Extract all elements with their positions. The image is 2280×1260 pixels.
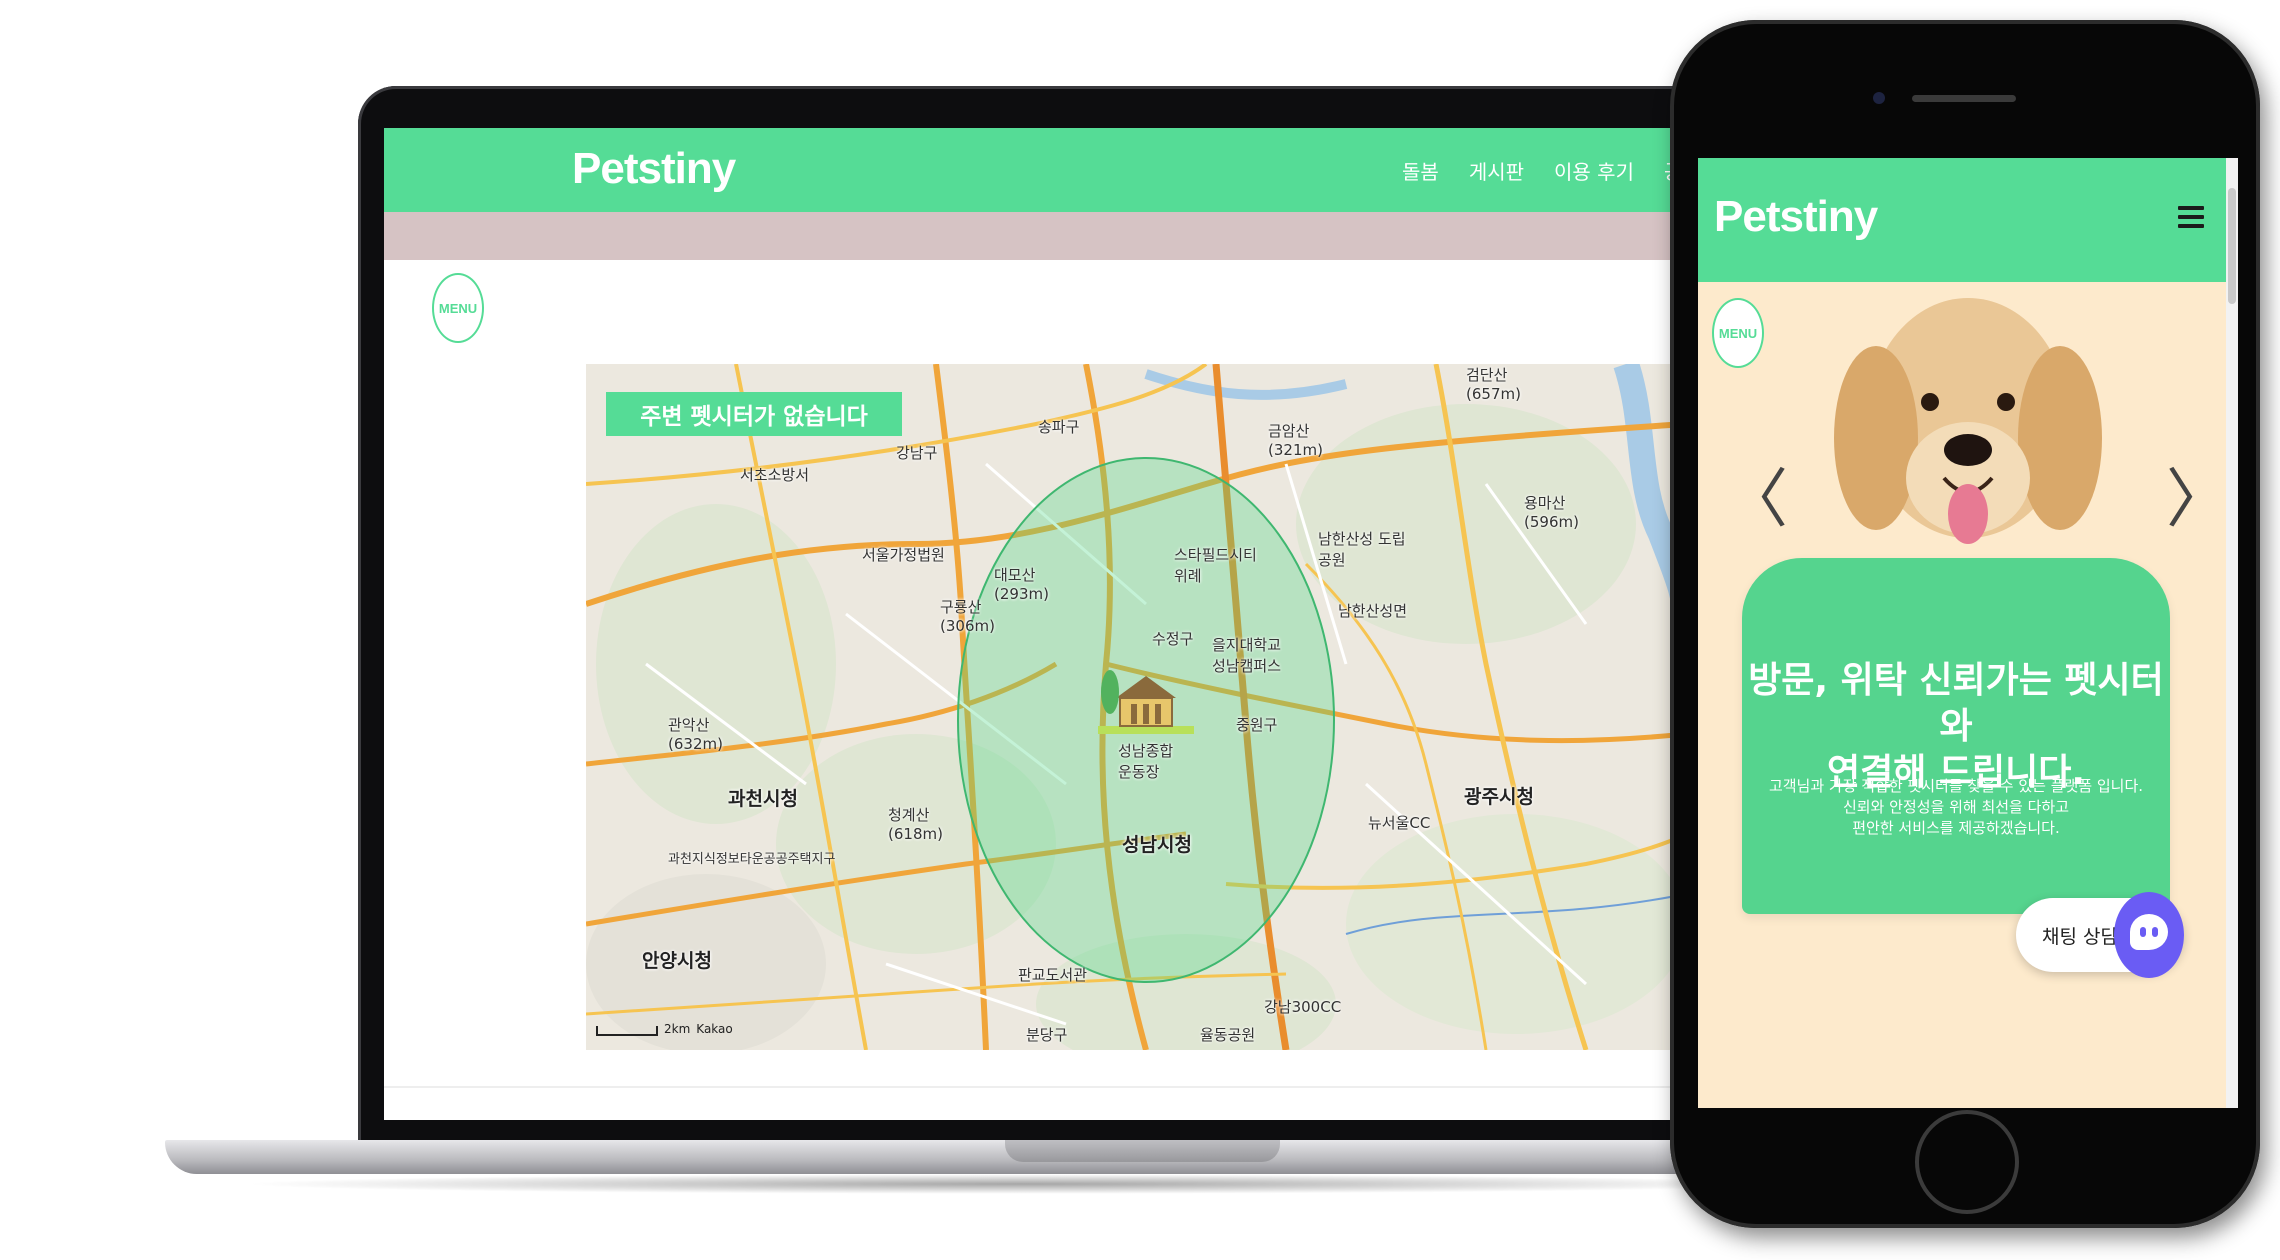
site-header: Petstiny 돌봄 게시판 이용 후기 공지사 bbox=[384, 128, 1674, 212]
mobile-logo[interactable]: Petstiny bbox=[1714, 192, 1878, 242]
map-label: 관악산 (632m) bbox=[668, 716, 723, 753]
map-label: 남한산성 도립공원 bbox=[1318, 530, 1406, 569]
hero-description-line: 편안한 서비스를 제공하겠습니다. bbox=[1852, 819, 2060, 837]
laptop-notch bbox=[1005, 1140, 1280, 1162]
map-label: 판교도서관 bbox=[1018, 966, 1088, 984]
map-label: 서초소방서 bbox=[740, 466, 810, 484]
home-button[interactable] bbox=[1915, 1110, 2019, 1214]
chat-bubble-icon[interactable] bbox=[2114, 892, 2184, 978]
map-label: 청계산 (618m) bbox=[888, 806, 943, 843]
hero-description: 고객님과 가장 적합한 펫시터를 찾을 수 있는 플랫폼 입니다. 신뢰와 안정… bbox=[1742, 776, 2170, 839]
map-scale-bar bbox=[596, 1026, 658, 1036]
map-label: 성남시청 bbox=[1122, 834, 1192, 856]
map-provider: Kakao bbox=[696, 1022, 733, 1036]
site-logo[interactable]: Petstiny bbox=[572, 144, 736, 194]
scrollbar-thumb[interactable] bbox=[2228, 188, 2236, 304]
map-label: 대모산 (293m) bbox=[994, 566, 1049, 603]
laptop-shadow bbox=[240, 1174, 1800, 1194]
chat-consult-button[interactable]: 채팅 상담 bbox=[2016, 892, 2184, 978]
map-label: 을지대학교 성남캠퍼스 bbox=[1212, 636, 1282, 675]
map-label: 서울가정법원 bbox=[862, 546, 945, 564]
hero-description-line: 고객님과 가장 적합한 펫시터를 찾을 수 있는 플랫폼 입니다. bbox=[1768, 777, 2144, 795]
phone-screen: Petstiny MENU 〈 〉 방문, 위탁 신뢰가는 펫시터와 연결해 드… bbox=[1698, 158, 2238, 1108]
footer-divider bbox=[384, 1086, 1674, 1088]
map-label: 율동공원 bbox=[1200, 1026, 1256, 1044]
map-label: 강남구 bbox=[896, 444, 938, 462]
nav-board[interactable]: 게시판 bbox=[1469, 156, 1524, 185]
map-label: 구룡산 (306m) bbox=[940, 598, 995, 635]
camera-icon bbox=[1873, 92, 1885, 104]
map-label: 스타필드시티 위례 bbox=[1174, 546, 1257, 585]
map-label: 수정구 bbox=[1152, 630, 1194, 648]
hamburger-icon[interactable] bbox=[2178, 206, 2204, 228]
map-label: 남한산성면 bbox=[1338, 602, 1408, 620]
slider-prev-icon[interactable]: 〈 bbox=[1724, 468, 1788, 532]
hero-card: 방문, 위탁 신뢰가는 펫시터와 연결해 드립니다. 고객님과 가장 적합한 펫… bbox=[1742, 558, 2170, 914]
sitter-map[interactable]: 주변 펫시터가 없습니다 강남구 송파구 수정구 중원구 과천시청 성남시청 광… bbox=[586, 364, 1674, 1050]
map-scale: 2km Kakao bbox=[596, 1022, 733, 1036]
map-label: 분당구 bbox=[1026, 1026, 1068, 1044]
map-scale-label: 2km bbox=[664, 1022, 691, 1036]
map-label: 과천지식정보타운공공주택지구 bbox=[668, 852, 836, 867]
map-label: 검단산 (657m) bbox=[1466, 366, 1521, 403]
map-label: 뉴서울CC bbox=[1368, 814, 1431, 832]
map-label: 성남종합 운동장 bbox=[1118, 742, 1174, 781]
nav-care[interactable]: 돌봄 bbox=[1402, 156, 1439, 185]
speaker-icon bbox=[1912, 95, 2016, 102]
map-label: 안양시청 bbox=[642, 950, 712, 972]
chat-consult-label: 채팅 상담 bbox=[2042, 926, 2118, 948]
main-nav: 돌봄 게시판 이용 후기 공지사 bbox=[1402, 156, 1674, 185]
hero-title-line: 방문, 위탁 신뢰가는 펫시터와 bbox=[1748, 660, 2164, 747]
laptop-screen: Petstiny 돌봄 게시판 이용 후기 공지사 MENU bbox=[384, 128, 1674, 1120]
header-band bbox=[384, 212, 1674, 260]
map-label: 용마산 (596m) bbox=[1524, 494, 1579, 531]
mobile-header: Petstiny bbox=[1698, 158, 2238, 282]
map-label: 과천시청 bbox=[728, 788, 798, 810]
slider-next-icon[interactable]: 〉 bbox=[2166, 468, 2230, 532]
nav-reviews[interactable]: 이용 후기 bbox=[1554, 156, 1634, 185]
hero-description-line: 신뢰와 안정성을 위해 최선을 다하고 bbox=[1842, 798, 2070, 816]
mobile-menu-button[interactable]: MENU bbox=[1712, 298, 1764, 368]
map-label: 송파구 bbox=[1038, 418, 1080, 436]
menu-button[interactable]: MENU bbox=[432, 273, 484, 343]
map-label: 광주시청 bbox=[1464, 786, 1534, 808]
map-label: 중원구 bbox=[1236, 716, 1278, 734]
map-label: 금암산 (321m) bbox=[1268, 422, 1323, 459]
scrollbar[interactable] bbox=[2226, 158, 2238, 1108]
no-sitter-banner: 주변 펫시터가 없습니다 bbox=[606, 392, 902, 436]
map-label: 강남300CC bbox=[1264, 998, 1342, 1016]
